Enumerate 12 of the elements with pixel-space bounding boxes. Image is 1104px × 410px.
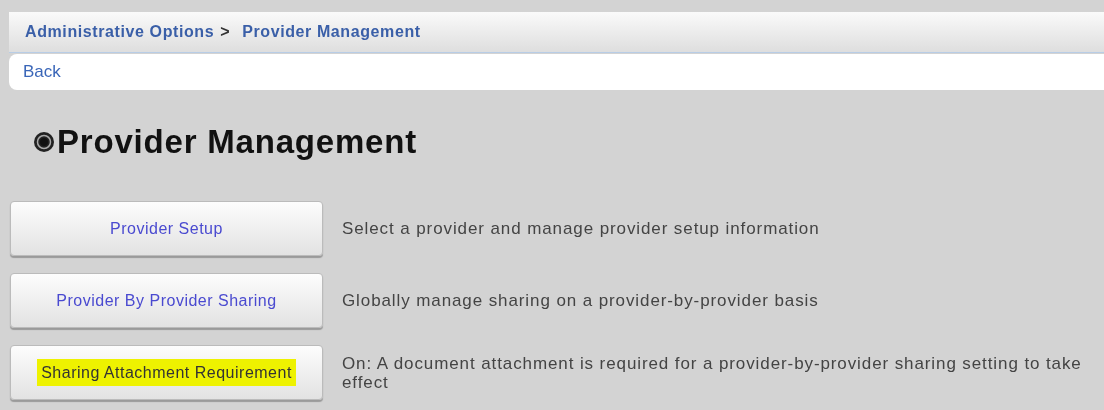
option-button[interactable]: Provider By Provider Sharing bbox=[10, 273, 323, 328]
breadcrumb-link[interactable]: Administrative Options bbox=[25, 23, 215, 41]
option-button[interactable]: Provider Setup bbox=[10, 201, 323, 256]
option-button[interactable]: Sharing Attachment Requirement bbox=[10, 345, 323, 400]
page-heading: Provider Management bbox=[57, 123, 417, 161]
back-link[interactable]: Back bbox=[23, 62, 61, 82]
breadcrumb-link[interactable]: Provider Management bbox=[242, 23, 421, 41]
bullet-icon bbox=[33, 131, 55, 153]
option-description: Select a provider and manage provider setup information bbox=[342, 219, 821, 238]
option-description: Globally manage sharing on a provider-by-provider basis bbox=[342, 291, 820, 310]
option-description: On: A document attachment is required for a provider-by-provider sharing setting to take effect bbox=[342, 353, 1083, 392]
breadcrumb-separator: > bbox=[220, 23, 231, 41]
